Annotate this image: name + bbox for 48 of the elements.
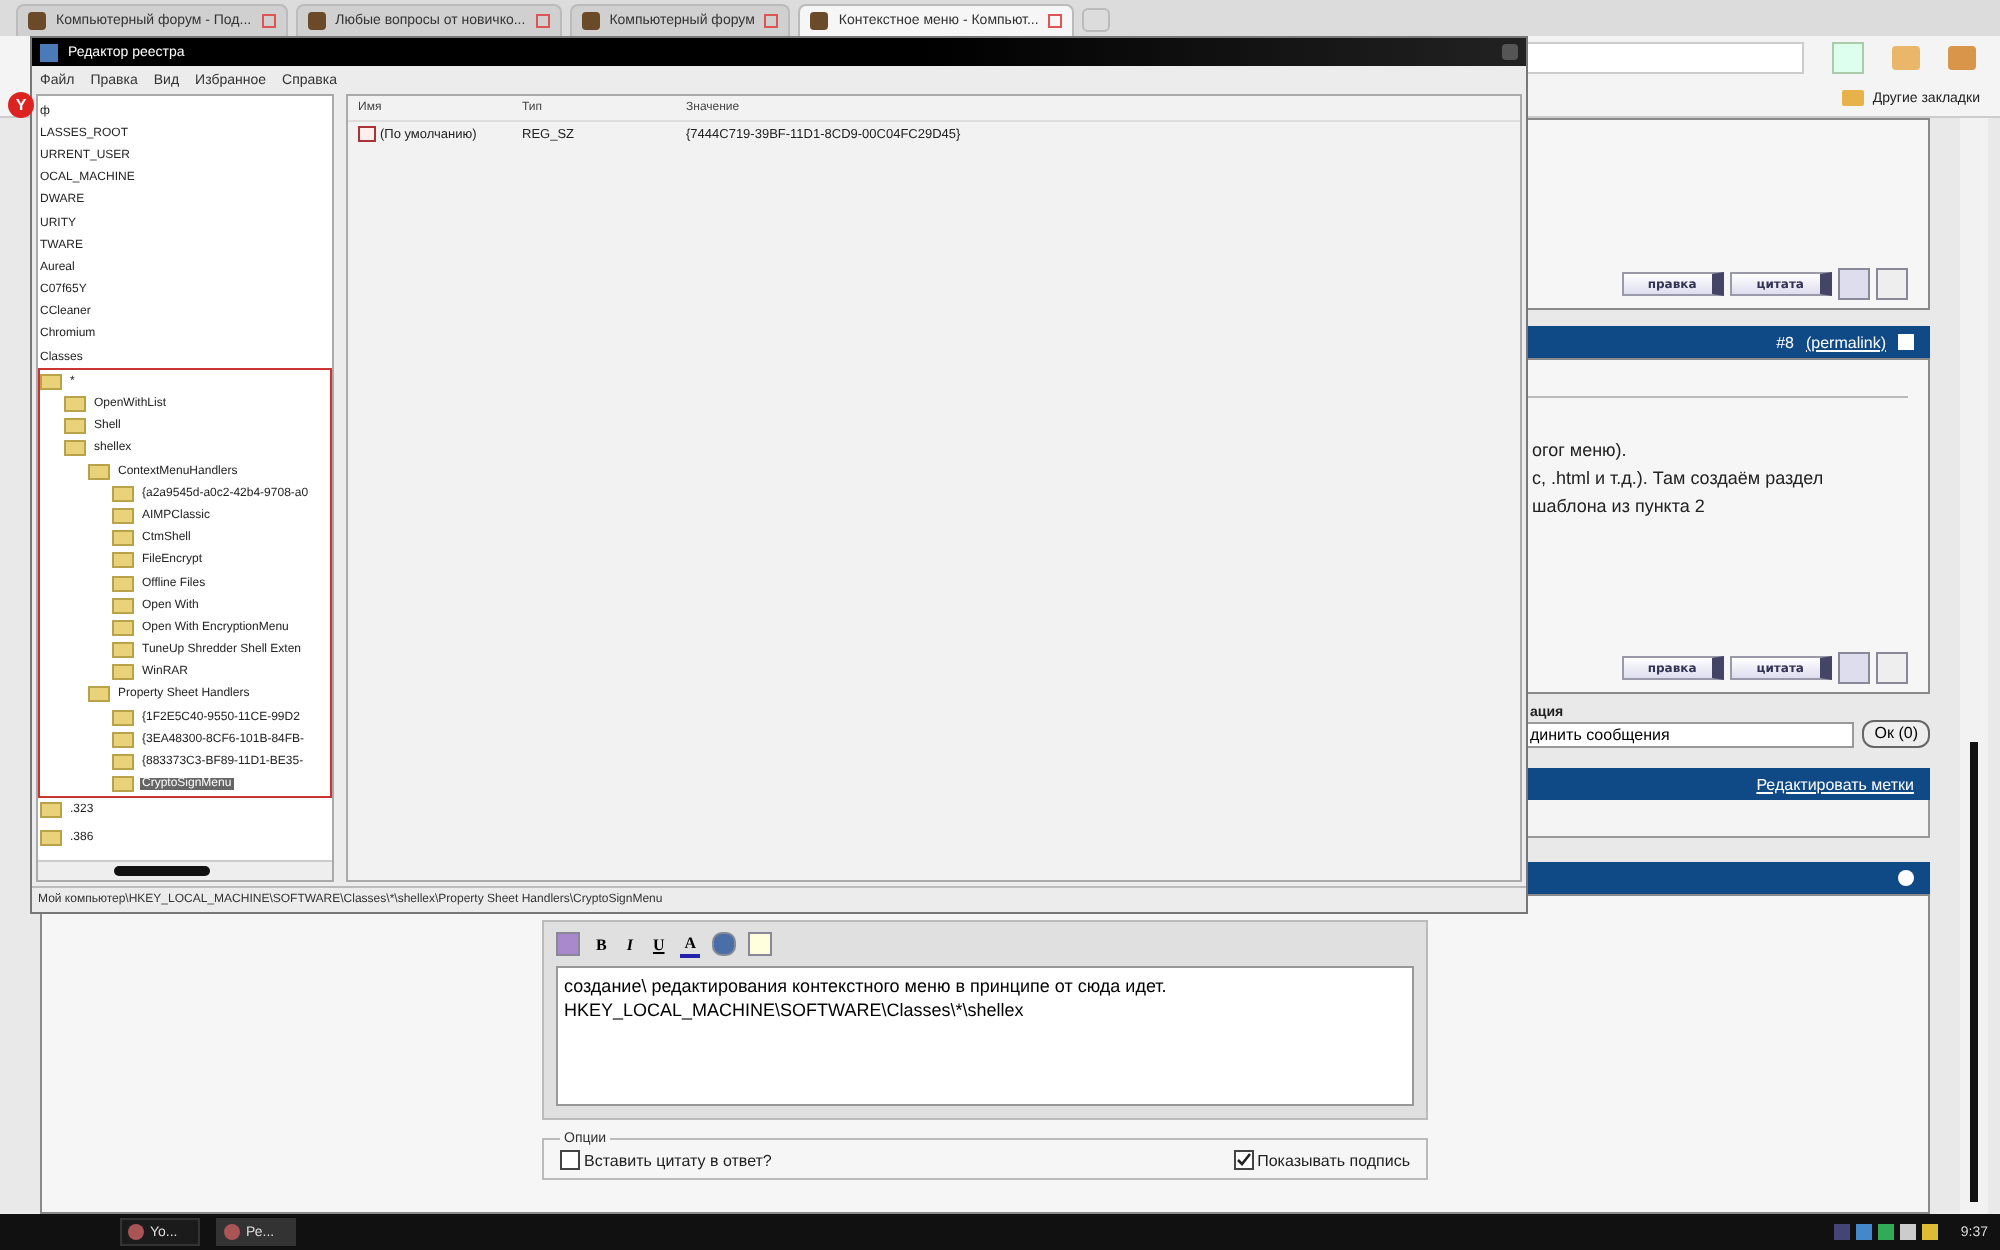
folder-icon <box>112 776 134 793</box>
favicon-icon <box>581 12 600 30</box>
ok-button[interactable]: Ок (0) <box>1862 720 1930 748</box>
folder-icon <box>88 686 110 703</box>
message-field[interactable]: создание\ редактирования контекстного меню в принципе от сюда идет. HKEY_LOCAL_MACHINE\SOFTWARE\Classes\*\shellex <box>556 966 1414 1106</box>
favicon-icon <box>28 12 46 30</box>
scrollbar[interactable] <box>1960 118 1988 1214</box>
collapse-icon[interactable] <box>1898 870 1914 886</box>
underline-button[interactable]: U <box>648 930 669 958</box>
post-text: шаблона из пункта 2 <box>1532 494 1705 518</box>
option-checkbox[interactable]: Показывать подпись <box>1233 1150 1410 1170</box>
folder-icon <box>112 530 134 547</box>
post-number-link[interactable]: #8 <box>1776 333 1794 351</box>
checkbox[interactable] <box>1898 334 1914 350</box>
go-button[interactable] <box>1832 42 1864 74</box>
favicon-icon <box>307 12 326 30</box>
folder-icon <box>40 802 62 819</box>
edit-tags-link[interactable]: Редактировать метки <box>1756 775 1914 793</box>
folder-icon <box>64 396 86 413</box>
folder-icon <box>40 829 62 846</box>
folder-icon <box>112 619 134 636</box>
folder-icon <box>112 485 134 502</box>
permalink-link[interactable]: (permalink) <box>1805 333 1886 351</box>
folder-icon <box>112 552 134 569</box>
folder-icon <box>64 418 86 435</box>
folder-icon <box>112 597 134 614</box>
folder-icon <box>112 642 134 659</box>
folder-icon <box>112 731 134 748</box>
favicon-icon <box>810 12 829 30</box>
folder-icon <box>88 463 110 480</box>
checkmark-icon <box>1235 1152 1252 1168</box>
folder-icon <box>40 373 62 390</box>
folder-icon <box>112 754 134 771</box>
italic-button[interactable]: I <box>622 930 637 958</box>
bold-button[interactable]: B <box>592 930 611 958</box>
option-checkbox[interactable]: Вставить цитату в ответ? <box>560 1150 772 1170</box>
app-icon <box>40 43 58 61</box>
folder-icon <box>112 507 134 524</box>
folder-icon <box>112 664 134 681</box>
folder-icon <box>1842 90 1865 106</box>
folder-icon <box>112 709 134 726</box>
post-text: с, .html и т.д.). Там создаём раздел <box>1532 466 1824 490</box>
folder-icon <box>64 440 86 457</box>
horizontal-scrollbar[interactable] <box>38 860 332 880</box>
post-text: огог меню). <box>1532 438 1627 462</box>
tray-icon[interactable] <box>1922 1224 1939 1240</box>
folder-icon <box>112 575 134 592</box>
font-color-button[interactable]: A <box>680 930 701 958</box>
